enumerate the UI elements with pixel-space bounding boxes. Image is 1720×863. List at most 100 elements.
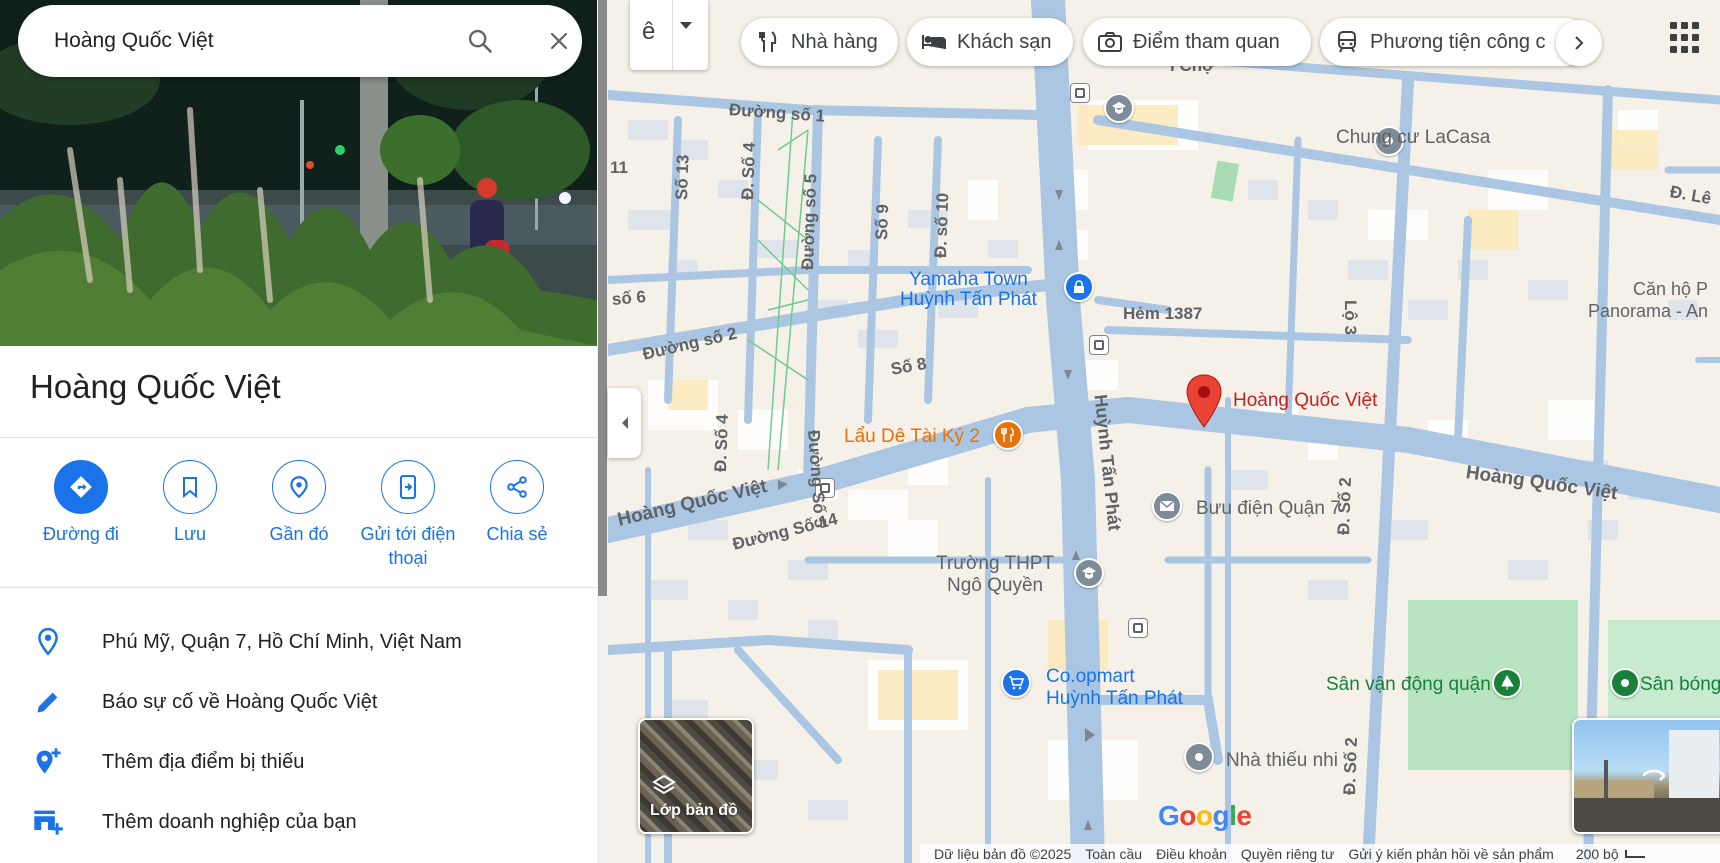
footer-terms[interactable]: Điều khoản (1156, 846, 1227, 862)
bookmark-icon (163, 460, 217, 514)
divider (0, 587, 597, 588)
road-label-d-so-10: Đ. số 10 (931, 192, 953, 259)
map-mode-toggle[interactable]: ê (630, 0, 708, 70)
bus-stop-icon[interactable] (1070, 83, 1090, 103)
shopping-cart-icon[interactable] (1001, 668, 1031, 698)
restaurant-icon[interactable] (993, 420, 1023, 450)
poi-label-children-house[interactable]: Nhà thiếu nhi (1226, 750, 1338, 772)
poi-label-panorama[interactable]: Căn hộ P Panorama - An (1588, 278, 1708, 322)
hotel-icon (921, 29, 947, 55)
school-icon[interactable] (1074, 558, 1104, 588)
search-icon[interactable] (462, 23, 498, 59)
layers-button[interactable]: Lớp bản đồ (638, 718, 754, 834)
transit-icon (1334, 29, 1360, 55)
place-icon[interactable] (1184, 742, 1214, 772)
add-place-text: Thêm địa điểm bị thiếu (102, 750, 305, 773)
chip-label: Điểm tham quan (1133, 30, 1280, 53)
chip-restaurants[interactable]: Nhà hàng (741, 18, 898, 66)
chip-hotels[interactable]: Khách sạn (907, 18, 1073, 66)
poi-label-school[interactable]: Trường THPT Ngô Quyền (936, 553, 1054, 597)
google-logo: Google (1158, 800, 1252, 832)
poi-label-stadium[interactable]: Sân vận động quận 7 (1326, 674, 1507, 696)
poi-label-coopmart[interactable]: Co.opmart Huỳnh Tấn Phát (1046, 666, 1183, 710)
divider (0, 437, 597, 438)
restaurant-icon (755, 29, 781, 55)
camera-icon (1097, 29, 1123, 55)
selected-place-pin-icon[interactable] (1184, 373, 1224, 429)
search-input[interactable] (54, 5, 434, 77)
road-label-d-so-4: Đ. Số 4 (711, 414, 733, 473)
map-footer: Dữ liệu bản đồ ©2025 Toàn cầu Điều khoản… (920, 844, 1720, 863)
google-logo-letter: e (1236, 800, 1252, 831)
collapse-panel-button[interactable] (608, 388, 641, 458)
google-apps-icon[interactable] (1664, 18, 1704, 58)
map-scale[interactable]: 200 bộ (1576, 846, 1645, 862)
poi-label-yamaha[interactable]: Yamaha Town Huỳnh Tấn Phát (900, 270, 1037, 310)
layers-icon (652, 774, 676, 795)
poi-label-lau-de[interactable]: Lẩu Dê Tài Ký 2 (844, 426, 980, 448)
road-label-duong-so-5: Đường số 5 (798, 173, 821, 271)
bus-stop-icon[interactable] (1089, 335, 1109, 355)
google-maps-app: Hoàng Quốc Việt Đường đi Lưu Gần đó Gửi … (0, 0, 1720, 863)
chevron-down-icon[interactable] (680, 22, 692, 29)
nearby-button[interactable]: Gần đó (245, 460, 353, 546)
add-business-text: Thêm doanh nghiệp của bạn (102, 810, 357, 833)
footer-privacy[interactable]: Quyền riêng tư (1241, 846, 1334, 862)
place-panel: Hoàng Quốc Việt Đường đi Lưu Gần đó Gửi … (0, 0, 608, 863)
road-label-hem-1387: Hẻm 1387 (1123, 304, 1203, 323)
nearby-icon (272, 460, 326, 514)
share-button[interactable]: Chia sẻ (463, 460, 571, 546)
add-business-icon (32, 806, 64, 838)
poi-label-lacasa[interactable]: Chung cư LaCasa (1336, 127, 1490, 149)
divider (672, 0, 673, 70)
road-label-so-13: Số 13 (672, 154, 693, 201)
close-icon[interactable] (541, 23, 577, 59)
post-office-icon[interactable] (1152, 491, 1182, 521)
road-label-d-so-4: Đ. Số 4 (738, 142, 760, 201)
share-label: Chia sẻ (486, 524, 548, 544)
poi-label-football-field[interactable]: Sân bóng (1640, 674, 1720, 696)
save-button[interactable]: Lưu (136, 460, 244, 546)
street-view-thumbnail[interactable] (1572, 718, 1720, 834)
directions-button[interactable]: Đường đi (27, 460, 135, 546)
save-label: Lưu (173, 524, 207, 544)
add-place-row[interactable]: Thêm địa điểm bị thiếu (0, 734, 597, 790)
report-issue-row[interactable]: Báo sự cố về Hoàng Quốc Việt (0, 674, 597, 730)
search-box[interactable] (18, 5, 582, 77)
poi-label-post-office[interactable]: Bưu điện Quận 7 (1196, 498, 1341, 520)
directions-label: Đường đi (43, 524, 119, 544)
footer-global[interactable]: Toàn cầu (1085, 846, 1142, 862)
road-label-d-so-2: Đ. Số 2 (1340, 737, 1362, 796)
school-icon[interactable] (1104, 93, 1134, 123)
add-business-row[interactable]: Thêm doanh nghiệp của bạn (0, 794, 597, 850)
chip-attractions[interactable]: Điểm tham quan (1083, 18, 1311, 66)
map-canvas[interactable]: Hoàng Quốc Việt Yamaha Town Huỳnh Tấn Ph… (608, 0, 1720, 863)
chip-label: Phương tiện công c (1370, 30, 1546, 53)
add-place-icon (32, 746, 64, 778)
footer-map-data[interactable]: Dữ liệu bản đồ ©2025 (934, 846, 1071, 862)
address-text: Phú Mỹ, Quận 7, Hồ Chí Minh, Việt Nam (102, 630, 462, 653)
road-label-so-6: số 6 (611, 287, 647, 309)
google-logo-letter: G (1158, 800, 1180, 831)
google-logo-letter: g (1212, 800, 1230, 831)
selected-place-label[interactable]: Hoàng Quốc Việt (1233, 390, 1377, 412)
edit-pencil-icon (32, 686, 64, 718)
location-pin-icon (32, 626, 64, 658)
footer-feedback[interactable]: Gửi ý kiến phản hồi về sản phẩm (1348, 846, 1554, 862)
scale-bar (1624, 849, 1645, 858)
chevron-right-icon (1575, 36, 1584, 50)
send-to-phone-button[interactable]: Gửi tới điện thoại (354, 460, 462, 570)
panel-scrollbar[interactable] (597, 0, 608, 863)
chip-label: Nhà hàng (791, 30, 878, 53)
shopping-lock-icon[interactable] (1064, 272, 1094, 302)
chip-transit[interactable]: Phương tiện công c (1320, 18, 1590, 66)
bus-stop-icon[interactable] (1128, 618, 1148, 638)
chips-scroll-right-button[interactable] (1556, 20, 1602, 66)
road-label-lo-3: Lộ 3 (1341, 300, 1360, 335)
park-icon[interactable] (1610, 668, 1640, 698)
google-logo-letter: o (1179, 800, 1196, 831)
road-label-11: 11 (610, 158, 628, 177)
map-roads (608, 0, 1720, 863)
scrollbar-thumb[interactable] (598, 0, 607, 596)
address-row[interactable]: Phú Mỹ, Quận 7, Hồ Chí Minh, Việt Nam (0, 614, 597, 670)
